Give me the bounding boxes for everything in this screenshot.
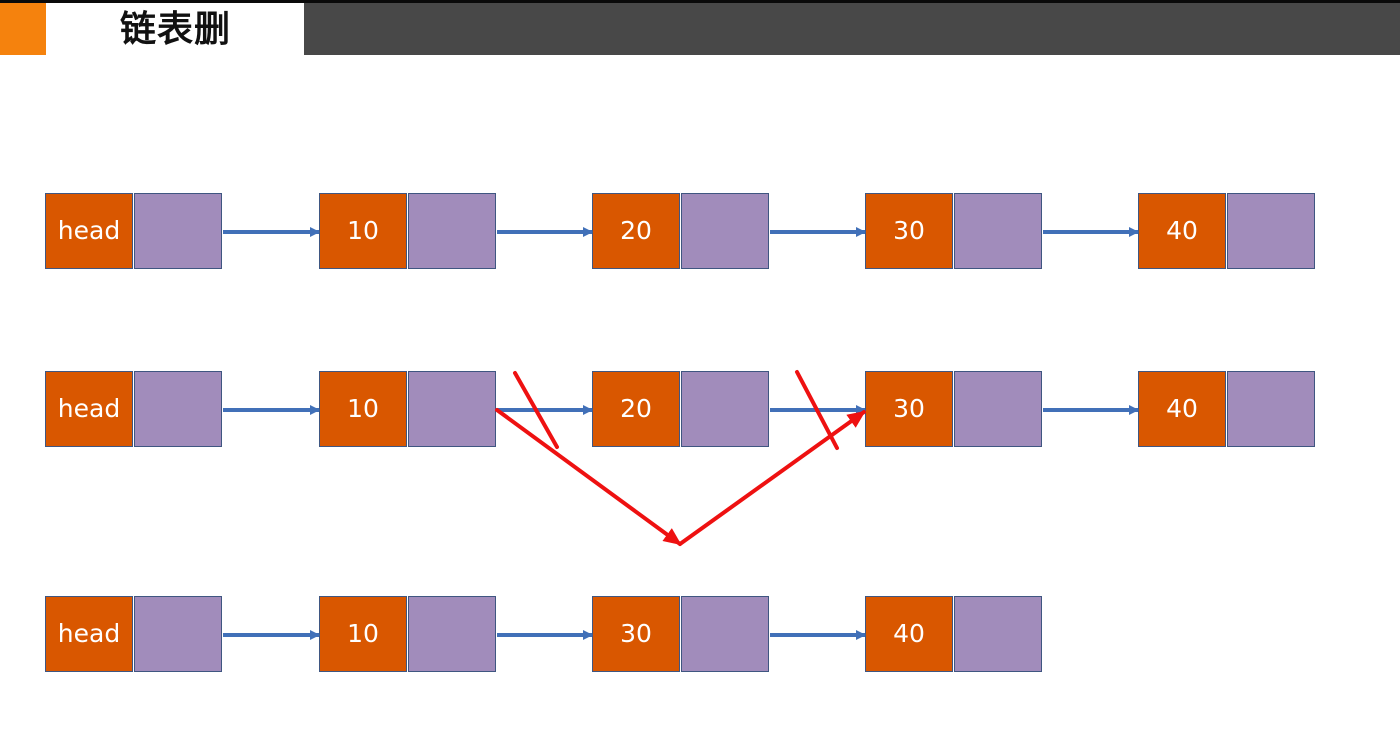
list-node: 10 [319, 596, 497, 672]
list-node: 20 [592, 193, 770, 269]
node-value: 40 [1138, 193, 1226, 269]
node-pointer [408, 596, 496, 672]
node-value: 40 [865, 596, 953, 672]
list-node: head [45, 193, 223, 269]
list-node: 10 [319, 371, 497, 447]
node-value: 10 [319, 371, 407, 447]
node-pointer [681, 596, 769, 672]
header-bar [304, 3, 1400, 55]
node-pointer [134, 193, 222, 269]
node-pointer [954, 193, 1042, 269]
node-value: head [45, 371, 133, 447]
node-pointer [408, 193, 496, 269]
node-pointer [134, 371, 222, 447]
list-node: 30 [865, 193, 1043, 269]
list-node: 10 [319, 193, 497, 269]
node-value: 40 [1138, 371, 1226, 447]
list-node: 40 [1138, 371, 1316, 447]
node-pointer [134, 596, 222, 672]
node-value: 20 [592, 371, 680, 447]
node-pointer [954, 371, 1042, 447]
node-value: 30 [865, 193, 953, 269]
node-pointer [681, 371, 769, 447]
list-node: 30 [592, 596, 770, 672]
node-pointer [954, 596, 1042, 672]
node-value: head [45, 193, 133, 269]
node-pointer [681, 193, 769, 269]
accent-block [0, 3, 46, 55]
node-value: 30 [865, 371, 953, 447]
node-pointer [1227, 371, 1315, 447]
list-node: 40 [1138, 193, 1316, 269]
node-value: 10 [319, 193, 407, 269]
node-pointer [408, 371, 496, 447]
node-value: 20 [592, 193, 680, 269]
strike-mark-10-to-20 [513, 371, 559, 449]
page-title: 链表删 [120, 9, 232, 50]
list-node: head [45, 371, 223, 447]
strike-mark-20-to-30 [795, 370, 839, 450]
node-value: 10 [319, 596, 407, 672]
list-node: 20 [592, 371, 770, 447]
node-value: 30 [592, 596, 680, 672]
list-node: head [45, 596, 223, 672]
list-node: 30 [865, 371, 1043, 447]
node-pointer [1227, 193, 1315, 269]
node-value: head [45, 596, 133, 672]
list-node: 40 [865, 596, 1043, 672]
